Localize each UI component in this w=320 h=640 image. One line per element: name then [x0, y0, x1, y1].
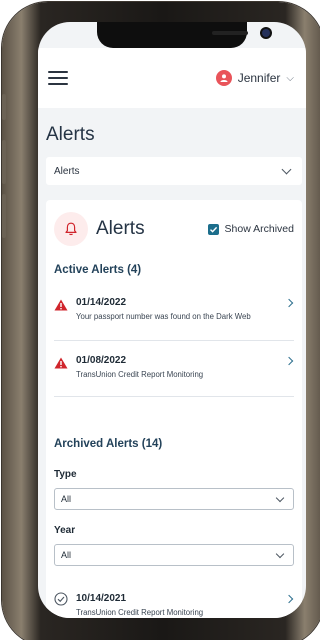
alert-row[interactable]: 01/14/2022 Your passport number was foun…	[54, 294, 294, 340]
show-archived-label: Show Archived	[224, 223, 294, 235]
alerts-card: Alerts Show Archived Active Alerts (4) 0…	[46, 200, 302, 618]
card-title: Alerts	[96, 218, 145, 239]
year-select-value: All	[61, 550, 72, 560]
divider	[54, 340, 294, 341]
warning-triangle-icon	[54, 298, 68, 316]
chevron-right-icon	[284, 298, 294, 308]
alert-description: Your passport number was found on the Da…	[76, 312, 251, 321]
alert-date: 10/14/2021	[76, 593, 127, 604]
page-title: Alerts	[46, 124, 95, 145]
chevron-down-icon	[275, 549, 285, 558]
archived-alerts-title: Archived Alerts (14)	[54, 438, 163, 450]
camera	[262, 29, 270, 37]
alert-description: TransUnion Credit Report Monitoring	[76, 608, 204, 617]
bell-icon	[54, 212, 88, 246]
divider	[54, 396, 294, 397]
show-archived-checkbox[interactable]: Show Archived	[207, 223, 294, 235]
hamburger-menu-icon[interactable]	[48, 71, 68, 85]
volume-down-button	[2, 194, 6, 238]
user-name: Jennifer	[237, 71, 281, 85]
user-icon	[215, 70, 232, 86]
user-menu[interactable]: Jennifer ⌵	[215, 70, 294, 86]
active-alerts-title: Active Alerts (4)	[54, 264, 142, 276]
chevron-down-icon	[275, 493, 285, 502]
volume-up-button	[2, 140, 6, 184]
year-label: Year	[54, 525, 76, 536]
chevron-right-icon	[284, 356, 294, 366]
warning-triangle-icon	[54, 356, 68, 374]
page-select[interactable]: Alerts	[46, 157, 302, 185]
alert-date: 01/08/2022	[76, 355, 127, 366]
type-label: Type	[54, 469, 77, 480]
archived-alert-row[interactable]: 10/14/2021 TransUnion Credit Report Moni…	[54, 590, 294, 618]
check-circle-icon	[54, 592, 68, 611]
mute-switch	[2, 94, 6, 120]
notch	[97, 22, 270, 48]
app-header: Jennifer ⌵	[38, 48, 306, 108]
chevron-down-icon	[281, 164, 292, 174]
chevron-right-icon	[284, 594, 294, 604]
year-select[interactable]: All	[54, 544, 294, 566]
alert-row[interactable]: 01/08/2022 TransUnion Credit Report Moni…	[54, 352, 294, 398]
phone-screen: Jennifer ⌵ Alerts Alerts Alerts Show Arc…	[38, 22, 306, 618]
type-select-value: All	[61, 494, 72, 504]
page-select-value: Alerts	[54, 165, 80, 177]
speaker	[212, 31, 248, 35]
alert-description: TransUnion Credit Report Monitoring	[76, 370, 204, 379]
chevron-down-icon: ⌵	[286, 72, 294, 84]
alert-date: 01/14/2022	[76, 297, 127, 308]
checkbox-checked-icon	[207, 223, 219, 235]
type-select[interactable]: All	[54, 488, 294, 510]
card-header: Alerts Show Archived	[54, 212, 294, 246]
